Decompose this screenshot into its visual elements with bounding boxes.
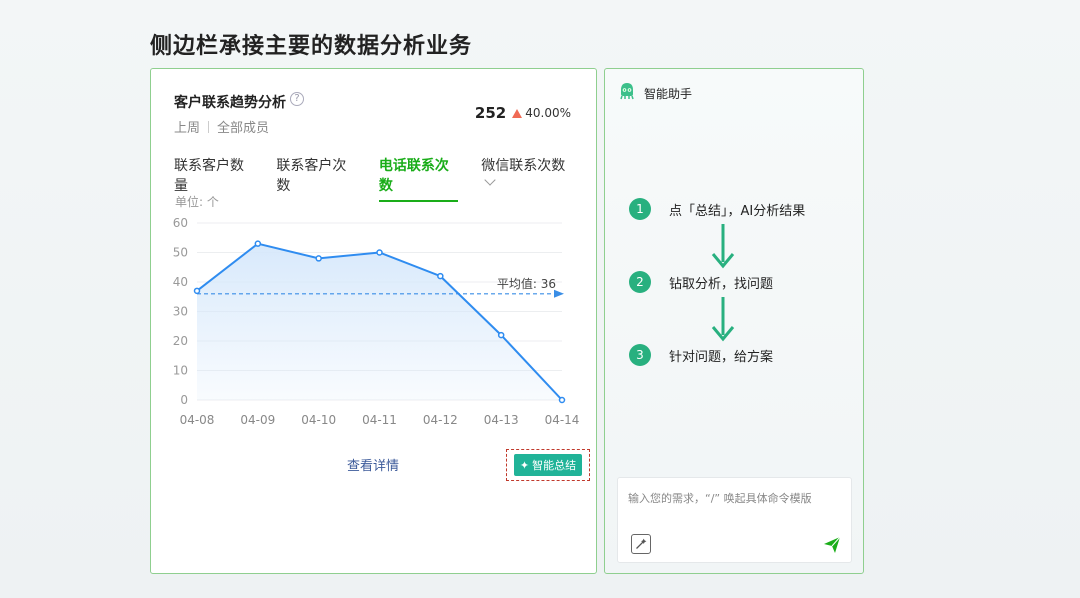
average-label: 平均值: 36 xyxy=(497,276,556,291)
tab-wechat-label: 微信联系次数 xyxy=(481,158,566,174)
prompt-input[interactable]: 输入您的需求，“/” 唤起具体命令模版 xyxy=(617,477,852,563)
data-point xyxy=(193,287,201,295)
x-tick-label: 04-11 xyxy=(362,413,397,427)
metric: 252 40.00% xyxy=(475,104,571,122)
view-details-link[interactable]: 查看详情 xyxy=(347,455,399,474)
area-fill xyxy=(197,243,562,400)
period-label: 上周 xyxy=(174,121,201,136)
y-tick-label: 40 xyxy=(173,275,188,289)
data-point xyxy=(315,255,322,262)
metric-value: 252 xyxy=(474,104,507,122)
y-tick-label: 50 xyxy=(173,246,188,260)
card-title: 客户联系趋势分析 xyxy=(174,95,286,111)
help-icon[interactable]: ? xyxy=(290,92,304,106)
chevron-down-icon[interactable] xyxy=(484,174,496,186)
step-1: 1 点「总结」，AI分析结果 xyxy=(629,198,805,220)
step-text: 针对问题，给方案 xyxy=(669,349,774,365)
page-title: 侧边栏承接主要的数据分析业务 xyxy=(150,34,473,59)
metric-change: 40.00% xyxy=(525,106,571,120)
ai-button-highlight: ✦ 智能总结 xyxy=(506,449,590,481)
ai-summary-button[interactable]: ✦ 智能总结 xyxy=(513,454,583,476)
step-3: 3 针对问题，给方案 xyxy=(629,344,773,366)
data-point xyxy=(254,240,262,247)
magic-template-icon[interactable] xyxy=(631,534,651,554)
data-point xyxy=(558,396,566,404)
input-placeholder: 输入您的需求，“/” 唤起具体命令模版 xyxy=(628,492,812,505)
x-tick-label: 04-12 xyxy=(423,413,458,427)
trend-card: 客户联系趋势分析 ? 上周 全部成员 252 40.00% 联系客户数量 联系客… xyxy=(150,68,597,574)
arrow-down-icon xyxy=(711,297,735,342)
scope-label: 全部成员 xyxy=(217,121,270,136)
unit-label: 单位: 个 xyxy=(175,194,219,209)
step-text: 点「总结」，AI分析结果 xyxy=(669,203,806,219)
assistant-panel: 智能助手 1 点「总结」，AI分析结果 2 钻取分析，找问题 3 针对问题，给方… xyxy=(604,68,864,574)
average-arrow-icon xyxy=(554,289,564,298)
step-number: 3 xyxy=(629,344,651,366)
assistant-title: 智能助手 xyxy=(644,87,693,101)
y-tick-label: 10 xyxy=(173,364,188,378)
x-tick-label: 04-10 xyxy=(301,413,336,427)
bot-icon xyxy=(620,83,634,100)
step-number: 2 xyxy=(629,271,651,293)
y-tick-label: 20 xyxy=(173,334,188,348)
card-subline: 上周 全部成员 xyxy=(174,117,269,136)
x-tick-label: 04-08 xyxy=(180,413,215,427)
x-tick-label: 04-14 xyxy=(545,413,580,427)
send-icon[interactable] xyxy=(823,536,841,554)
arrow-down-icon xyxy=(711,224,735,269)
line-chart: 单位: 个 0 10 20 30 40 50 60 04-08 04-09 04-10 04-11 04… xyxy=(173,194,580,427)
data-point xyxy=(376,249,383,256)
up-arrow-icon xyxy=(512,108,523,118)
x-tick-label: 04-09 xyxy=(240,413,275,427)
y-tick-label: 60 xyxy=(173,216,188,230)
step-number: 1 xyxy=(629,198,651,220)
x-tick-label: 04-13 xyxy=(484,413,519,427)
step-text: 钻取分析，找问题 xyxy=(669,276,774,292)
divider xyxy=(208,120,210,133)
magic-wand-icon: ✦ xyxy=(519,458,530,472)
data-point xyxy=(497,331,505,339)
y-tick-label: 0 xyxy=(180,393,188,407)
step-2: 2 钻取分析，找问题 xyxy=(629,271,773,293)
data-point xyxy=(437,272,444,280)
chart-area: 单位: 个 0 10 20 30 40 50 60 04-08 04-09 04-10 04-11 04… xyxy=(151,189,598,439)
ai-summary-label: 智能总结 xyxy=(532,459,577,472)
y-tick-label: 30 xyxy=(173,305,188,319)
